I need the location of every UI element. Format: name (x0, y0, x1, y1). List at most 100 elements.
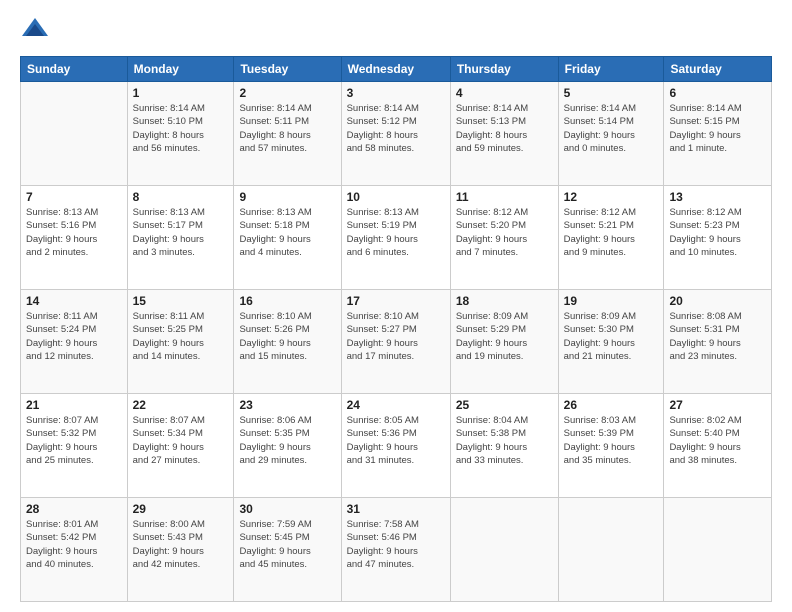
calendar-cell: 2Sunrise: 8:14 AM Sunset: 5:11 PM Daylig… (234, 82, 341, 186)
day-number: 26 (564, 398, 659, 412)
day-number: 27 (669, 398, 766, 412)
day-info: Sunrise: 8:13 AM Sunset: 5:19 PM Dayligh… (347, 206, 445, 259)
day-number: 11 (456, 190, 553, 204)
calendar-cell: 14 Sunrise: 8:11 AM Sunset: 5:24 PM Dayli… (21, 290, 128, 394)
calendar-cell: 6Sunrise: 8:14 AM Sunset: 5:15 PM Daylig… (664, 82, 772, 186)
day-info: Sunrise: 8:07 AM Sunset: 5:34 PM Dayligh… (133, 414, 229, 467)
calendar-cell: 10 Sunrise: 8:13 AM Sunset: 5:19 PM Dayli… (341, 186, 450, 290)
day-info: Sunrise: 8:12 AM Sunset: 5:21 PM Dayligh… (564, 206, 659, 259)
day-number: 29 (133, 502, 229, 516)
calendar-cell: 23Sunrise: 8:06 AM Sunset: 5:35 PM Dayli… (234, 394, 341, 498)
day-info: Sunrise: 8:14 AM Sunset: 5:14 PM Dayligh… (564, 102, 659, 155)
day-number: 17 (347, 294, 445, 308)
calendar-cell: 30 Sunrise: 7:59 AM Sunset: 5:45 PM Dayli… (234, 498, 341, 602)
day-number: 15 (133, 294, 229, 308)
day-info: Sunrise: 8:11 AM Sunset: 5:25 PM Dayligh… (133, 310, 229, 363)
calendar-cell: 5 Sunrise: 8:14 AM Sunset: 5:14 PM Daylig… (558, 82, 664, 186)
calendar-cell: 7Sunrise: 8:13 AM Sunset: 5:16 PM Daylig… (21, 186, 128, 290)
weekday-header-sunday: Sunday (21, 57, 128, 82)
calendar-cell: 29 Sunrise: 8:00 AM Sunset: 5:43 PM Dayli… (127, 498, 234, 602)
week-row-3: 14 Sunrise: 8:11 AM Sunset: 5:24 PM Dayli… (21, 290, 772, 394)
calendar-cell: 13Sunrise: 8:12 AM Sunset: 5:23 PM Dayli… (664, 186, 772, 290)
calendar-cell: 24Sunrise: 8:05 AM Sunset: 5:36 PM Dayli… (341, 394, 450, 498)
day-number: 4 (456, 86, 553, 100)
day-number: 16 (239, 294, 335, 308)
day-info: Sunrise: 8:11 AM Sunset: 5:24 PM Dayligh… (26, 310, 122, 363)
day-info: Sunrise: 8:01 AM Sunset: 5:42 PM Dayligh… (26, 518, 122, 571)
weekday-header-friday: Friday (558, 57, 664, 82)
day-info: Sunrise: 7:58 AM Sunset: 5:46 PM Dayligh… (347, 518, 445, 571)
day-info: Sunrise: 8:14 AM Sunset: 5:13 PM Dayligh… (456, 102, 553, 155)
day-number: 21 (26, 398, 122, 412)
day-info: Sunrise: 8:07 AM Sunset: 5:32 PM Dayligh… (26, 414, 122, 467)
weekday-header-wednesday: Wednesday (341, 57, 450, 82)
day-number: 20 (669, 294, 766, 308)
day-info: Sunrise: 8:00 AM Sunset: 5:43 PM Dayligh… (133, 518, 229, 571)
day-number: 30 (239, 502, 335, 516)
weekday-header-row: SundayMondayTuesdayWednesdayThursdayFrid… (21, 57, 772, 82)
calendar-cell: 3Sunrise: 8:14 AM Sunset: 5:12 PM Daylig… (341, 82, 450, 186)
calendar-cell: 31 Sunrise: 7:58 AM Sunset: 5:46 PM Dayli… (341, 498, 450, 602)
calendar-cell (450, 498, 558, 602)
day-info: Sunrise: 8:03 AM Sunset: 5:39 PM Dayligh… (564, 414, 659, 467)
week-row-1: 1Sunrise: 8:14 AM Sunset: 5:10 PM Daylig… (21, 82, 772, 186)
day-number: 25 (456, 398, 553, 412)
calendar-cell: 17 Sunrise: 8:10 AM Sunset: 5:27 PM Dayli… (341, 290, 450, 394)
day-number: 8 (133, 190, 229, 204)
day-number: 23 (239, 398, 335, 412)
calendar-cell: 25 Sunrise: 8:04 AM Sunset: 5:38 PM Dayli… (450, 394, 558, 498)
week-row-2: 7Sunrise: 8:13 AM Sunset: 5:16 PM Daylig… (21, 186, 772, 290)
day-number: 31 (347, 502, 445, 516)
day-info: Sunrise: 8:10 AM Sunset: 5:27 PM Dayligh… (347, 310, 445, 363)
calendar-cell: 9 Sunrise: 8:13 AM Sunset: 5:18 PM Daylig… (234, 186, 341, 290)
day-number: 9 (239, 190, 335, 204)
day-info: Sunrise: 8:12 AM Sunset: 5:20 PM Dayligh… (456, 206, 553, 259)
day-info: Sunrise: 8:08 AM Sunset: 5:31 PM Dayligh… (669, 310, 766, 363)
day-info: Sunrise: 8:13 AM Sunset: 5:17 PM Dayligh… (133, 206, 229, 259)
header (20, 16, 772, 46)
day-number: 10 (347, 190, 445, 204)
week-row-5: 28 Sunrise: 8:01 AM Sunset: 5:42 PM Dayli… (21, 498, 772, 602)
day-number: 19 (564, 294, 659, 308)
logo (20, 16, 54, 46)
weekday-header-thursday: Thursday (450, 57, 558, 82)
calendar-cell: 26 Sunrise: 8:03 AM Sunset: 5:39 PM Dayli… (558, 394, 664, 498)
day-info: Sunrise: 8:13 AM Sunset: 5:18 PM Dayligh… (239, 206, 335, 259)
calendar-cell (21, 82, 128, 186)
calendar-cell: 18 Sunrise: 8:09 AM Sunset: 5:29 PM Dayli… (450, 290, 558, 394)
weekday-header-monday: Monday (127, 57, 234, 82)
day-number: 13 (669, 190, 766, 204)
day-info: Sunrise: 8:09 AM Sunset: 5:29 PM Dayligh… (456, 310, 553, 363)
day-number: 18 (456, 294, 553, 308)
calendar-cell: 19 Sunrise: 8:09 AM Sunset: 5:30 PM Dayli… (558, 290, 664, 394)
calendar-cell: 20 Sunrise: 8:08 AM Sunset: 5:31 PM Dayli… (664, 290, 772, 394)
day-info: Sunrise: 7:59 AM Sunset: 5:45 PM Dayligh… (239, 518, 335, 571)
day-number: 28 (26, 502, 122, 516)
calendar-cell: 12 Sunrise: 8:12 AM Sunset: 5:21 PM Dayli… (558, 186, 664, 290)
day-info: Sunrise: 8:13 AM Sunset: 5:16 PM Dayligh… (26, 206, 122, 259)
calendar-cell: 22Sunrise: 8:07 AM Sunset: 5:34 PM Dayli… (127, 394, 234, 498)
day-info: Sunrise: 8:14 AM Sunset: 5:10 PM Dayligh… (133, 102, 229, 155)
weekday-header-saturday: Saturday (664, 57, 772, 82)
calendar-cell: 27Sunrise: 8:02 AM Sunset: 5:40 PM Dayli… (664, 394, 772, 498)
day-number: 12 (564, 190, 659, 204)
calendar-cell: 8 Sunrise: 8:13 AM Sunset: 5:17 PM Daylig… (127, 186, 234, 290)
calendar-cell: 21 Sunrise: 8:07 AM Sunset: 5:32 PM Dayli… (21, 394, 128, 498)
calendar-cell: 28 Sunrise: 8:01 AM Sunset: 5:42 PM Dayli… (21, 498, 128, 602)
day-info: Sunrise: 8:04 AM Sunset: 5:38 PM Dayligh… (456, 414, 553, 467)
day-number: 2 (239, 86, 335, 100)
day-number: 3 (347, 86, 445, 100)
calendar-cell: 16 Sunrise: 8:10 AM Sunset: 5:26 PM Dayli… (234, 290, 341, 394)
calendar-cell: 11 Sunrise: 8:12 AM Sunset: 5:20 PM Dayli… (450, 186, 558, 290)
calendar-table: SundayMondayTuesdayWednesdayThursdayFrid… (20, 56, 772, 602)
day-number: 14 (26, 294, 122, 308)
day-info: Sunrise: 8:10 AM Sunset: 5:26 PM Dayligh… (239, 310, 335, 363)
calendar-cell: 4 Sunrise: 8:14 AM Sunset: 5:13 PM Daylig… (450, 82, 558, 186)
calendar-cell (558, 498, 664, 602)
day-info: Sunrise: 8:09 AM Sunset: 5:30 PM Dayligh… (564, 310, 659, 363)
day-number: 5 (564, 86, 659, 100)
calendar-cell: 15 Sunrise: 8:11 AM Sunset: 5:25 PM Dayli… (127, 290, 234, 394)
day-info: Sunrise: 8:14 AM Sunset: 5:15 PM Dayligh… (669, 102, 766, 155)
weekday-header-tuesday: Tuesday (234, 57, 341, 82)
calendar-cell: 1Sunrise: 8:14 AM Sunset: 5:10 PM Daylig… (127, 82, 234, 186)
